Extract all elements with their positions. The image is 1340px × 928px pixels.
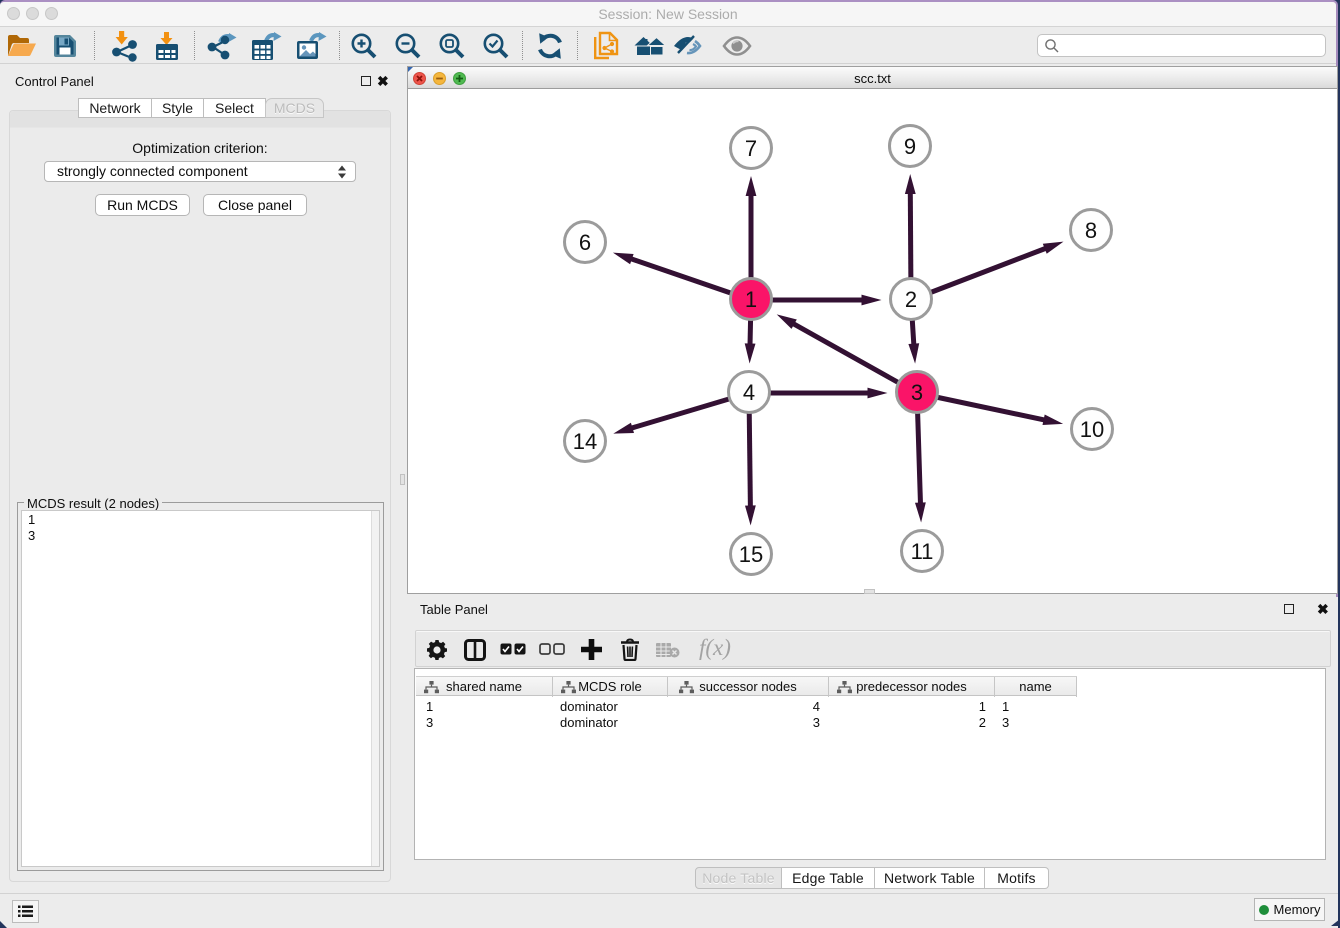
- svg-text:11: 11: [911, 539, 934, 564]
- svg-text:6: 6: [579, 230, 591, 255]
- svg-text:14: 14: [573, 429, 597, 454]
- svg-text:1: 1: [745, 287, 757, 312]
- svg-text:10: 10: [1080, 417, 1104, 442]
- svg-text:8: 8: [1085, 218, 1097, 243]
- svg-text:9: 9: [904, 134, 916, 159]
- svg-text:7: 7: [745, 136, 757, 161]
- svg-text:4: 4: [743, 380, 755, 405]
- svg-text:2: 2: [905, 287, 917, 312]
- svg-text:15: 15: [739, 542, 763, 567]
- svg-text:3: 3: [911, 380, 923, 405]
